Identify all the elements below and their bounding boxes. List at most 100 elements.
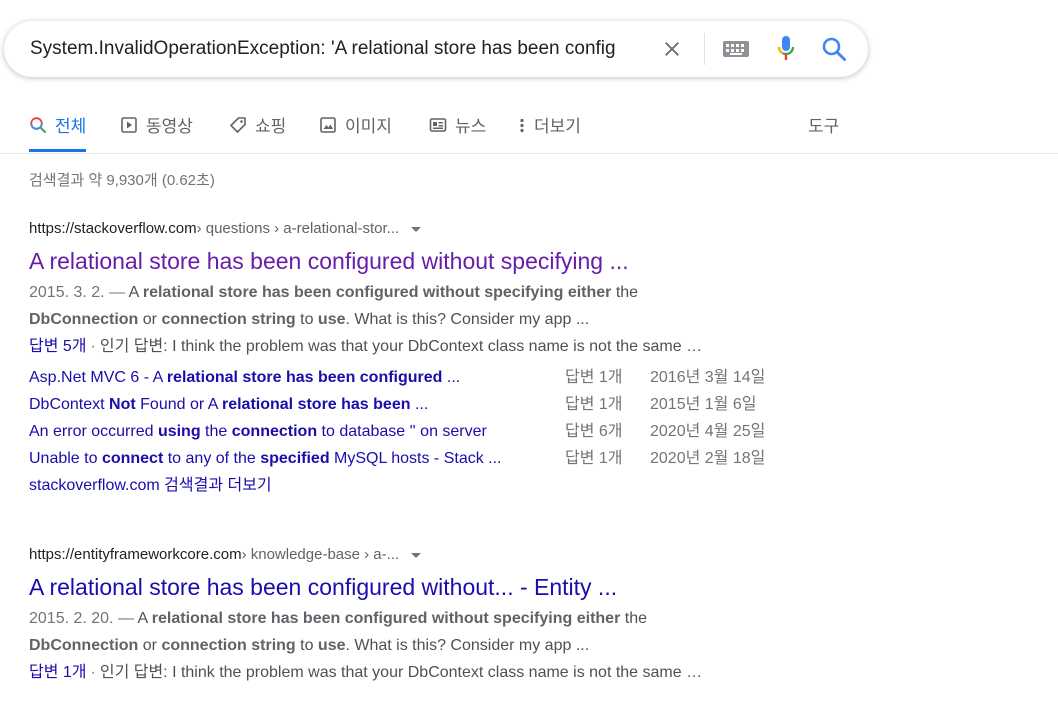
more-vert-icon (520, 118, 524, 133)
related-question-row: An error occurred using the connection t… (29, 418, 809, 445)
search-input[interactable] (30, 21, 652, 77)
snippet-bold: relational store has been configured wit… (151, 610, 621, 627)
close-icon[interactable] (660, 37, 684, 61)
result-url: https://stackoverflow.com › questions › … (29, 218, 809, 238)
tab-videos[interactable]: 동영상 (120, 112, 193, 152)
result-date: 2015. 2. 20. — (29, 610, 138, 627)
related-question-text: to any of the (163, 450, 261, 467)
snippet-bold: connection string (161, 311, 296, 328)
result-url-domain: https://stackoverflow.com (29, 219, 197, 237)
snippet-text: . What is this? Consider my app ... (345, 637, 590, 654)
result-stats: 검색결과 약 9,930개 (0.62초) (29, 172, 215, 189)
snippet-bold: use (317, 311, 346, 328)
tab-shopping[interactable]: 쇼핑 (229, 112, 286, 152)
separator-dot: · (90, 338, 96, 355)
answers-count-link[interactable]: 답변 1개 (29, 664, 87, 681)
snippet-text: to (295, 311, 318, 328)
related-question-text: An error occurred (29, 423, 158, 440)
snippet-text: . What is this? Consider my app ... (345, 311, 590, 328)
related-question-date: 2015년 1월 6일 (650, 396, 757, 413)
related-question-text: ... (410, 396, 429, 413)
related-question-row: Asp.Net MVC 6 - A relational store has b… (29, 364, 809, 391)
search-bar (4, 21, 868, 77)
news-icon (429, 118, 447, 132)
search-icon (30, 117, 46, 133)
related-answer-count: 답변 1개 (565, 369, 623, 386)
related-question-text: Unable to (29, 450, 102, 467)
snippet-text: the (620, 610, 647, 627)
tab-label: 이미지 (345, 117, 392, 136)
search-bar-divider (704, 33, 705, 65)
related-answer-count: 답변 6개 (565, 423, 623, 440)
snippet-bold: relational store has been configured wit… (142, 284, 612, 301)
result-date: 2015. 3. 2. — (29, 284, 129, 301)
related-question-text: Asp.Net MVC 6 - A (29, 369, 167, 386)
related-question-link[interactable]: Unable to connect to any of the specifie… (29, 445, 502, 472)
top-answer-text: I think the problem was that your DbCont… (167, 338, 703, 355)
related-question-date: 2020년 4월 25일 (650, 423, 766, 440)
related-question-text: Found or A (135, 396, 222, 413)
result-snippet: 2015. 2. 20. — A relational store has be… (29, 605, 809, 686)
related-question-text: DbContext (29, 396, 110, 413)
tab-news[interactable]: 뉴스 (429, 112, 486, 152)
snippet-bold: use (317, 637, 346, 654)
chevron-down-icon[interactable] (411, 552, 422, 558)
more-results-link[interactable]: stackoverflow.com 검색결과 더보기 (29, 472, 272, 499)
tab-label: 쇼핑 (255, 117, 287, 136)
tab-label: 더보기 (534, 117, 581, 136)
snippet-text: the (611, 284, 639, 301)
keyboard-icon[interactable] (722, 38, 750, 60)
tab-label: 뉴스 (455, 117, 487, 136)
top-answer-text: I think the problem was that your DbCont… (167, 664, 703, 681)
related-answer-count: 답변 1개 (565, 396, 623, 413)
related-question-link[interactable]: An error occurred using the connection t… (29, 418, 487, 445)
video-play-icon (121, 117, 137, 133)
snippet-text: A (137, 610, 152, 627)
related-question-text: MySQL hosts - Stack ... (329, 450, 502, 467)
related-questions: Asp.Net MVC 6 - A relational store has b… (29, 364, 809, 472)
snippet-bold: connection string (161, 637, 296, 654)
related-question-text: to database '' on server (317, 423, 487, 440)
snippet-text: A (128, 284, 143, 301)
related-question-bold: using (157, 423, 201, 440)
result-snippet: 2015. 3. 2. — A relational store has bee… (29, 279, 809, 360)
related-question-text: ... (442, 369, 461, 386)
related-question-link[interactable]: Asp.Net MVC 6 - A relational store has b… (29, 364, 460, 391)
result-url-domain: https://entityframeworkcore.com (29, 545, 242, 563)
search-icon[interactable] (821, 36, 847, 62)
snippet-text: or (138, 311, 162, 328)
answers-count-link[interactable]: 답변 5개 (29, 338, 87, 355)
top-answer-prefix: 인기 답변: (99, 338, 168, 355)
related-answer-count: 답변 1개 (565, 450, 623, 467)
related-question-link[interactable]: DbContext Not Found or A relational stor… (29, 391, 428, 418)
related-question-row: DbContext Not Found or A relational stor… (29, 391, 809, 418)
search-result: https://entityframeworkcore.com › knowle… (29, 544, 809, 686)
related-question-bold: connect (101, 450, 164, 467)
result-title-link[interactable]: A relational store has been configured w… (29, 247, 629, 275)
related-question-bold: relational store has been (221, 396, 411, 413)
result-url-path: › questions › a-relational-stor... (196, 219, 400, 237)
image-icon (320, 117, 336, 133)
tab-tools[interactable]: 도구 (808, 112, 839, 152)
related-question-bold: relational store has been configured (166, 369, 443, 386)
related-question-row: Unable to connect to any of the specifie… (29, 445, 809, 472)
related-question-date: 2020년 2월 18일 (650, 450, 766, 467)
microphone-icon[interactable] (774, 35, 798, 63)
tab-images[interactable]: 이미지 (319, 112, 392, 152)
result-url-path: › knowledge-base › a-... (241, 545, 400, 563)
snippet-text: to (295, 637, 318, 654)
related-question-bold: connection (231, 423, 318, 440)
result-title-link[interactable]: A relational store has been configured w… (29, 573, 617, 601)
tab-label: 도구 (808, 117, 840, 136)
chevron-down-icon[interactable] (411, 226, 422, 232)
tab-all[interactable]: 전체 (29, 112, 87, 152)
snippet-bold: DbConnection (29, 637, 139, 654)
tab-label: 동영상 (146, 117, 193, 136)
snippet-text: or (138, 637, 162, 654)
tab-label: 전체 (55, 117, 87, 136)
related-question-date: 2016년 3월 14일 (650, 369, 766, 386)
tab-more[interactable]: 더보기 (518, 112, 581, 152)
top-answer-prefix: 인기 답변: (99, 664, 168, 681)
search-tabs: 전체 동영상 쇼핑 이미지 뉴스 더보기 도구 (0, 100, 1058, 154)
related-question-bold: Not (109, 396, 136, 413)
